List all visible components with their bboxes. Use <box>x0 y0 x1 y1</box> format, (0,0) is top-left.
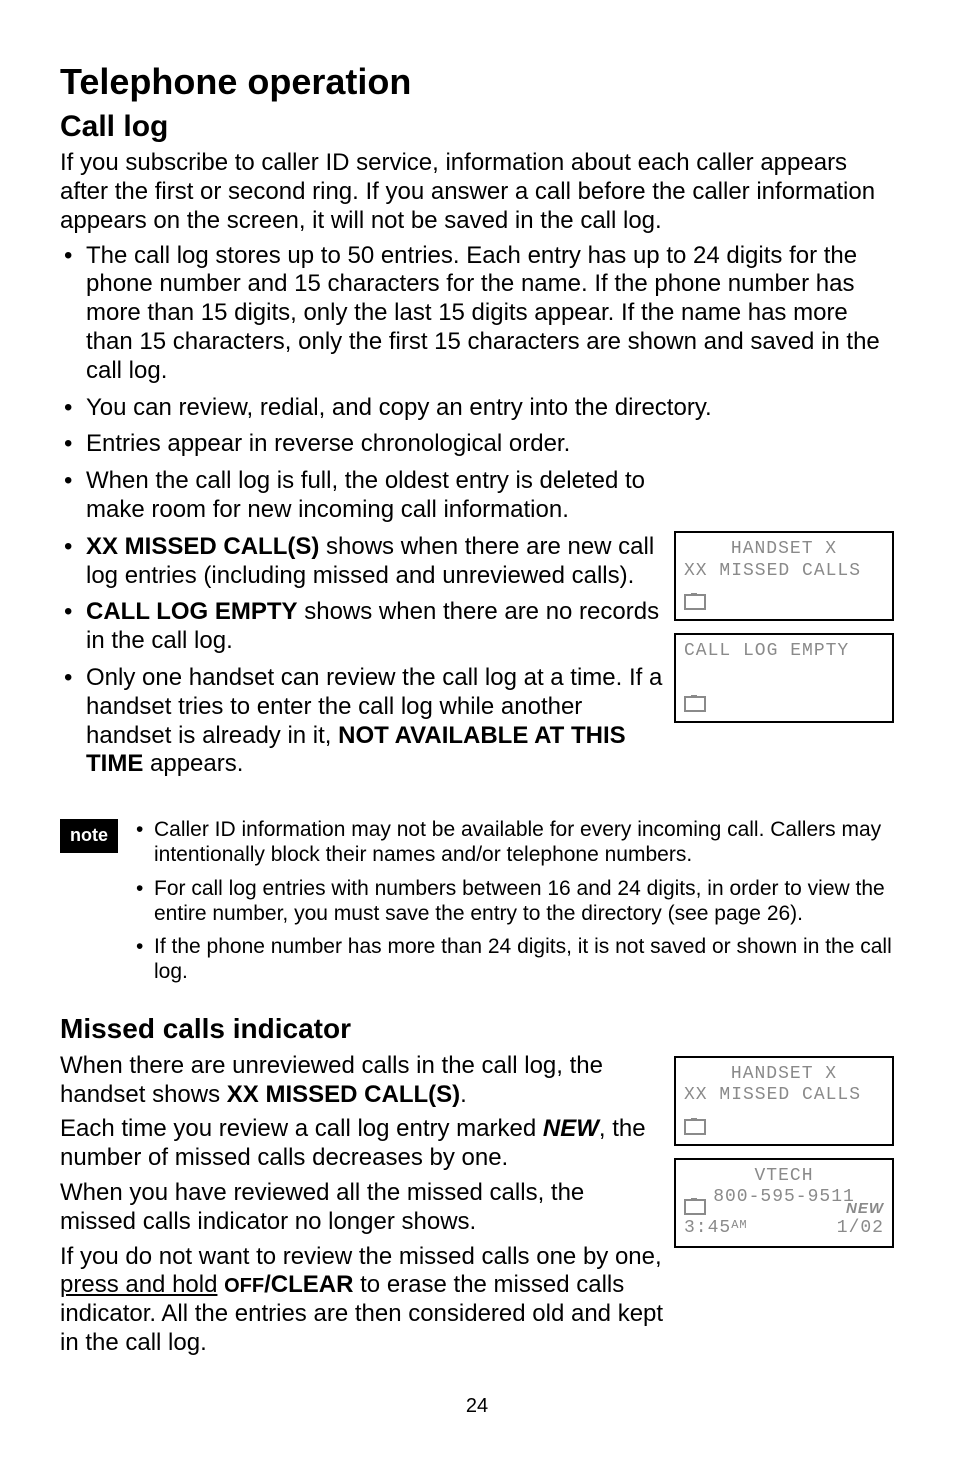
missed-para1-b: . <box>460 1081 467 1108</box>
bullet-reverse-order: Entries appear in reverse chronological … <box>60 430 894 459</box>
battery-icon <box>684 696 706 712</box>
bullet-review-redial: You can review, redial, and copy an entr… <box>60 394 894 423</box>
call-log-intro: If you subscribe to caller ID service, i… <box>60 149 894 235</box>
lcd3-line1: HANDSET X <box>684 1064 884 1086</box>
missed-para2-em: NEW <box>543 1115 599 1142</box>
battery-icon <box>684 594 706 610</box>
bullet-full-log: When the call log is full, the oldest en… <box>60 467 664 525</box>
missed-para1-strong: XX MISSED CALL(S) <box>227 1081 460 1108</box>
note-long-numbers: For call log entries with numbers betwee… <box>132 876 894 926</box>
page-number: 24 <box>60 1394 894 1418</box>
lcd4-date: 1/02 <box>837 1218 884 1238</box>
missed-para4-u: press and hold <box>60 1271 217 1298</box>
missed-calls-label: XX MISSED CALL(S) <box>86 533 319 560</box>
call-log-bullets-cont: When the call log is full, the oldest en… <box>60 467 664 779</box>
lcd-empty: CALL LOG EMPTY <box>674 633 894 723</box>
missed-para4-a: If you do not want to review the missed … <box>60 1243 662 1270</box>
bullet-one-handset: Only one handset can review the call log… <box>60 664 664 779</box>
lcd1-line1: HANDSET X <box>684 539 884 561</box>
battery-icon <box>684 1199 706 1215</box>
missed-calls-heading: Missed calls indicator <box>60 1012 894 1046</box>
lcd4-new: NEW <box>837 1200 884 1218</box>
bullet-missed-calls: XX MISSED CALL(S) shows when there are n… <box>60 533 664 591</box>
note-label: note <box>60 819 118 853</box>
battery-icon <box>684 1119 706 1135</box>
page-title: Telephone operation <box>60 60 894 103</box>
missed-para3: When you have reviewed all the missed ca… <box>60 1179 664 1237</box>
missed-para4: If you do not want to review the missed … <box>60 1243 664 1358</box>
lcd-missed-calls-2: HANDSET X XX MISSED CALLS <box>674 1056 894 1146</box>
missed-para4-strong: /CLEAR <box>264 1271 353 1298</box>
note-caller-id: Caller ID information may not be availab… <box>132 817 894 867</box>
missed-para4-sc: OFF <box>224 1275 264 1297</box>
lcd-missed-calls-1: HANDSET X XX MISSED CALLS <box>674 531 894 621</box>
call-log-bullets: The call log stores up to 50 entries. Ea… <box>60 242 894 460</box>
note-over-24-digits: If the phone number has more than 24 dig… <box>132 934 894 984</box>
lcd-call-entry: VTECH 800-595-9511 3:45AM NEW 1/02 <box>674 1158 894 1248</box>
call-log-heading: Call log <box>60 109 894 145</box>
note-bullets: Caller ID information may not be availab… <box>132 817 894 992</box>
missed-para2-a: Each time you review a call log entry ma… <box>60 1115 543 1142</box>
bullet-empty-log: CALL LOG EMPTY shows when there are no r… <box>60 598 664 656</box>
one-handset-text-b: appears. <box>143 750 243 777</box>
lcd1-line2: XX MISSED CALLS <box>684 561 884 583</box>
lcd4-time: 3:45 <box>684 1218 731 1238</box>
empty-log-label: CALL LOG EMPTY <box>86 598 298 625</box>
lcd3-line2: XX MISSED CALLS <box>684 1085 884 1107</box>
missed-para2: Each time you review a call log entry ma… <box>60 1115 664 1173</box>
bullet-entry-limit: The call log stores up to 50 entries. Ea… <box>60 242 894 386</box>
lcd4-line1: VTECH <box>684 1166 884 1188</box>
lcd2-line1: CALL LOG EMPTY <box>684 641 884 663</box>
missed-para1: When there are unreviewed calls in the c… <box>60 1052 664 1110</box>
lcd4-ampm: AM <box>731 1218 747 1232</box>
